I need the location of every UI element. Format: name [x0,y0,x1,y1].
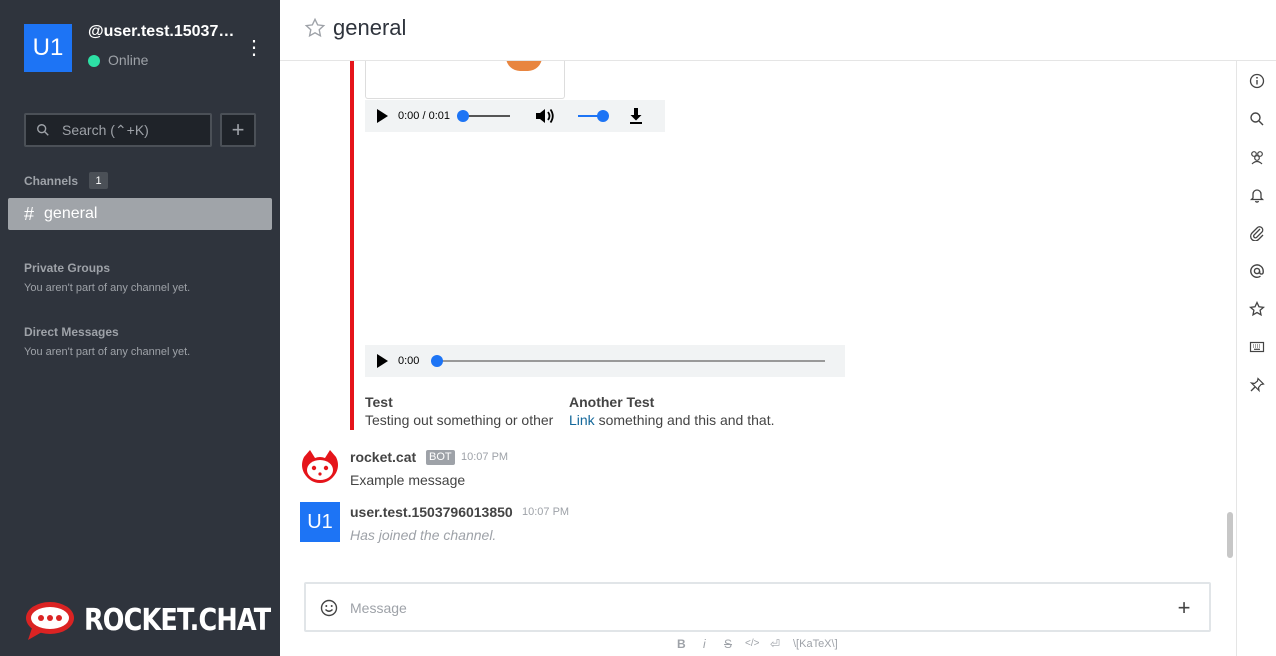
pin-icon[interactable] [1249,377,1265,393]
format-code-button[interactable]: </> [745,638,759,649]
format-bold-button[interactable]: B [677,637,686,651]
message-timestamp[interactable]: 10:07 PM [522,506,569,518]
hash-icon: # [24,203,35,224]
info-icon[interactable] [1249,73,1265,89]
sidebar-item-general[interactable]: # general [8,198,272,230]
user-name[interactable]: @user.test.15037… [88,23,238,41]
user-avatar[interactable]: U1 [300,502,340,542]
message-body: Example message [350,472,466,488]
play-icon[interactable] [377,354,388,368]
emoji-icon[interactable] [320,599,338,617]
room-title: general [333,15,407,40]
volume-thumb[interactable] [597,110,609,122]
format-italic-button[interactable]: i [703,637,706,651]
format-newline-button[interactable]: ⏎ [770,637,780,651]
audio-player: 0:00 / 0:01 [365,100,665,132]
starred-messages-icon[interactable] [1249,301,1265,317]
room-header: general [280,0,1276,61]
play-icon[interactable] [377,109,388,123]
system-message-body: Has joined the channel. [350,527,497,543]
user-status: Online [108,52,149,68]
paperclip-icon[interactable] [1249,225,1265,241]
bell-icon[interactable] [1249,187,1265,203]
logo-text: ROCKET.CHAT [84,602,271,638]
members-icon[interactable] [1249,149,1265,165]
user-avatar[interactable]: U1 [24,24,72,72]
image-content [506,61,542,71]
volume-icon[interactable] [534,107,556,125]
attachment-field-value: Testing out something or other [365,412,554,428]
format-strike-button[interactable]: S [724,637,732,651]
sidebar-search[interactable]: Search (⌃+K) [24,113,212,147]
audio-seek-slider[interactable] [431,355,826,367]
download-icon[interactable] [629,107,643,125]
attachment-color-bar [350,61,354,430]
audio-time: 0:00 / 0:01 [398,110,450,122]
message-username[interactable]: user.test.1503796013850 [350,504,513,520]
attachment-field-text: something and this and that. [594,412,775,428]
message-composer: + [304,582,1211,632]
rocket-chat-logo: ROCKET.CHAT [24,598,303,642]
audio-time: 0:00 [398,355,420,367]
rocket-cat-avatar[interactable] [300,447,340,487]
sidebar: U1 @user.test.15037… Online ⋮ Search (⌃+… [0,0,280,656]
direct-messages-title: Direct Messages [24,325,119,339]
private-groups-empty: You aren't part of any channel yet. [24,282,191,294]
private-groups-title: Private Groups [24,261,111,275]
audio-seek-slider[interactable] [457,110,510,122]
message-list-scrollbar[interactable] [1227,512,1233,558]
seek-thumb[interactable] [431,355,444,367]
channels-count-badge: 1 [89,172,108,189]
search-icon[interactable] [1249,111,1265,127]
user-menu-kebab-icon[interactable]: ⋮ [244,36,264,60]
at-mention-icon[interactable] [1249,263,1265,279]
sidebar-item-label: general [44,205,98,222]
format-katex-button[interactable]: \[KaTeX\] [793,638,838,650]
favorite-star-icon[interactable] [304,17,326,39]
attachment-field-title: Test [365,394,393,410]
room-toolbar [1236,61,1276,656]
message-username[interactable]: rocket.cat [350,449,416,465]
audio-player: 0:00 [365,345,845,377]
search-icon [37,124,49,136]
attachment-image[interactable] [365,61,565,99]
create-new-button[interactable]: + [220,113,256,147]
volume-slider[interactable] [578,110,609,122]
attachment-link[interactable]: Link [569,412,595,428]
bot-badge: BOT [426,450,455,465]
rocket-chat-logo-icon [26,602,74,640]
online-status-icon [88,55,100,67]
message-list[interactable]: 0:00 / 0:01 0:00 Test Testing out someth… [280,61,1236,571]
attachment-field-value: Link something and this and that. [569,412,774,428]
message-input[interactable] [350,597,1150,619]
attachment-field-title: Another Test [569,394,655,410]
keyboard-icon[interactable] [1249,339,1265,355]
seek-thumb[interactable] [457,110,469,122]
search-placeholder: Search (⌃+K) [62,121,149,138]
message-timestamp[interactable]: 10:07 PM [461,451,508,463]
add-attachment-button[interactable]: + [1173,597,1195,619]
channels-section-title: Channels [24,174,79,188]
direct-messages-empty: You aren't part of any channel yet. [24,346,191,358]
